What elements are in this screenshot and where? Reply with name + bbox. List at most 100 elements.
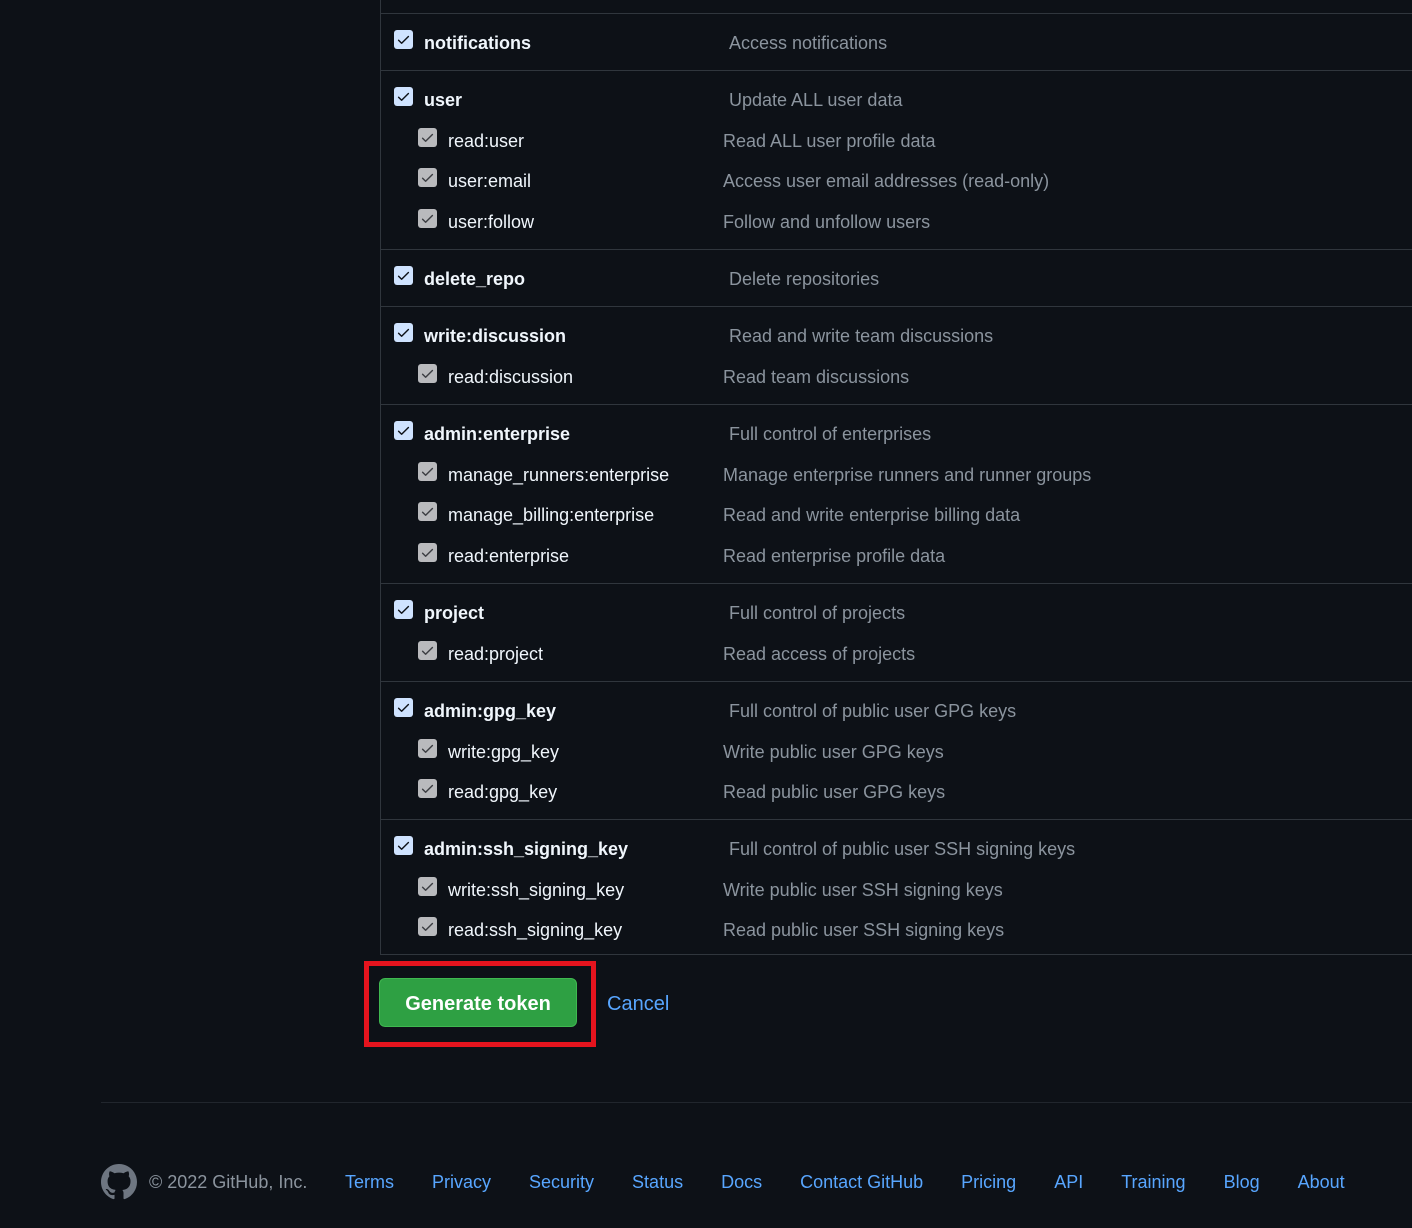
scope-checkbox[interactable]: [394, 836, 413, 855]
footer-link-pricing[interactable]: Pricing: [961, 1171, 1016, 1193]
scope-description: Full control of enterprises: [729, 424, 932, 444]
sub-scope-checkbox[interactable]: [418, 738, 437, 758]
sub-scope-description: Write public user SSH signing keys: [723, 879, 1003, 900]
sub-scope-description: Read and write enterprise billing data: [723, 505, 1021, 525]
sub-scope-checkbox[interactable]: [418, 127, 437, 147]
scope-description: Full control of public user GPG keys: [729, 701, 1017, 721]
sub-scope-description: Read public user GPG keys: [723, 782, 946, 802]
scope-row: admin:gpg_key Full control of public user…: [381, 698, 1412, 728]
sub-scope-description: Read team discussions: [723, 366, 910, 387]
scope-row: delete_repo Delete repositories: [381, 266, 1412, 296]
scope-checkbox[interactable]: [394, 266, 413, 285]
scope-row: user Update ALL user data: [381, 87, 1412, 117]
sub-scope-row: read:gpg_key Read public user GPG keys: [381, 779, 1412, 809]
sub-scope-row: manage_billing:enterprise Read and write …: [381, 502, 1412, 532]
scope-name: notifications: [424, 33, 531, 53]
footer-link-docs[interactable]: Docs: [721, 1171, 762, 1193]
footer-link-privacy[interactable]: Privacy: [432, 1171, 491, 1193]
sub-scope-description: Read access of projects: [723, 643, 916, 664]
sub-scope-row: read:project Read access of projects: [381, 640, 1412, 671]
token-settings-page: notifications Access notifications user Upd…: [0, 0, 1412, 1228]
sub-scope-name: manage_runners:enterprise: [448, 464, 670, 485]
sub-scope-row: read:user Read ALL user profile data: [381, 127, 1412, 158]
sub-scope-checkbox[interactable]: [418, 168, 437, 187]
sub-scope-description: Manage enterprise runners and runner gro…: [723, 464, 1092, 485]
sub-scope-checkbox[interactable]: [418, 502, 437, 521]
scope-checkbox[interactable]: [394, 323, 413, 342]
scope-checkbox[interactable]: [394, 600, 413, 619]
scope-checkbox[interactable]: [394, 30, 413, 49]
sub-scope-checkbox[interactable]: [418, 542, 437, 562]
footer-link-training[interactable]: Training: [1121, 1171, 1185, 1193]
footer-link-status[interactable]: Status: [632, 1171, 683, 1193]
footer-link-security[interactable]: Security: [529, 1171, 594, 1193]
cancel-link[interactable]: Cancel: [607, 991, 669, 1017]
sub-scope-description: Access user email addresses (read-only): [723, 171, 1050, 191]
sub-scope-name: user:follow: [448, 211, 535, 232]
scope-name: admin:ssh_signing_key: [424, 839, 629, 859]
scope-description: Delete repositories: [729, 269, 880, 289]
scopes-table: notifications Access notifications user Upd…: [380, 0, 1412, 955]
scope-name: user: [424, 90, 463, 110]
sub-scope-row: read:enterprise Read enterprise profile d…: [381, 542, 1412, 573]
footer-link-blog[interactable]: Blog: [1224, 1171, 1260, 1193]
scope-name: project: [424, 603, 485, 623]
sub-scope-name: user:email: [448, 171, 532, 191]
sub-scope-checkbox[interactable]: [418, 363, 437, 383]
sub-scope-name: read:user: [448, 130, 525, 151]
scope-row: project Full control of projects: [381, 600, 1412, 630]
sub-scope-description: Read enterprise profile data: [723, 545, 946, 566]
scope-description: Full control of public user SSH signing …: [729, 839, 1076, 859]
scope-row: admin:enterprise Full control of enterpri…: [381, 421, 1412, 451]
scope-checkbox[interactable]: [394, 87, 413, 106]
sub-scope-row: user:email Access user email addresses (r…: [381, 168, 1412, 198]
footer-divider: [101, 1102, 1412, 1103]
sub-scope-checkbox[interactable]: [418, 461, 437, 481]
sub-scope-name: write:gpg_key: [448, 741, 560, 762]
scope-group-divider: [381, 819, 1412, 820]
scope-row: notifications Access notifications: [381, 30, 1412, 60]
sub-scope-description: Read ALL user profile data: [723, 130, 936, 151]
scope-group-divider: [381, 404, 1412, 405]
sub-scope-row: read:ssh_signing_key Read public user SSH…: [381, 917, 1412, 947]
sub-scope-checkbox[interactable]: [418, 876, 437, 896]
github-mark-icon[interactable]: [101, 1164, 137, 1200]
sub-scope-name: read:gpg_key: [448, 782, 558, 802]
sub-scope-checkbox[interactable]: [418, 917, 437, 936]
sub-scope-name: read:enterprise: [448, 545, 570, 566]
scope-row: write:discussion Read and write team disc…: [381, 323, 1412, 353]
copyright-text: © 2022 GitHub, Inc.: [149, 1172, 308, 1192]
scope-description: Access notifications: [729, 33, 888, 53]
generate-token-button[interactable]: Generate token: [379, 978, 577, 1027]
footer-link-contact-github[interactable]: Contact GitHub: [800, 1171, 923, 1193]
scope-group-divider: [381, 306, 1412, 307]
scope-name: write:discussion: [424, 326, 567, 346]
footer-nav: Terms Privacy Security Status Docs Contact Gi…: [345, 1171, 1345, 1193]
scope-name: admin:enterprise: [424, 424, 571, 444]
sub-scope-row: write:ssh_signing_key Write public user S…: [381, 876, 1412, 907]
sub-scope-name: write:ssh_signing_key: [448, 879, 625, 900]
scope-row: admin:ssh_signing_key Full control of pub…: [381, 836, 1412, 866]
footer-link-api[interactable]: API: [1054, 1171, 1083, 1193]
scope-group-divider: [381, 681, 1412, 682]
scope-group-divider: [381, 249, 1412, 250]
scope-description: Update ALL user data: [729, 90, 903, 110]
scope-name: admin:gpg_key: [424, 701, 557, 721]
footer-link-terms[interactable]: Terms: [345, 1171, 394, 1193]
sub-scope-row: read:discussion Read team discussions: [381, 363, 1412, 394]
scope-checkbox[interactable]: [394, 421, 413, 440]
table-top-divider: [381, 13, 1412, 14]
sub-scope-checkbox[interactable]: [418, 779, 437, 798]
sub-scope-name: read:ssh_signing_key: [448, 920, 623, 940]
sub-scope-name: read:project: [448, 643, 544, 664]
sub-scope-row: manage_runners:enterprise Manage enterpri…: [381, 461, 1412, 492]
scope-name: delete_repo: [424, 269, 526, 289]
footer-link-about[interactable]: About: [1298, 1171, 1345, 1193]
scope-checkbox[interactable]: [394, 698, 413, 717]
scope-group-divider: [381, 583, 1412, 584]
sub-scope-row: write:gpg_key Write public user GPG keys: [381, 738, 1412, 769]
sub-scope-name: read:discussion: [448, 366, 574, 387]
sub-scope-checkbox[interactable]: [418, 208, 437, 228]
sub-scope-checkbox[interactable]: [418, 640, 437, 660]
scope-description: Read and write team discussions: [729, 326, 994, 346]
